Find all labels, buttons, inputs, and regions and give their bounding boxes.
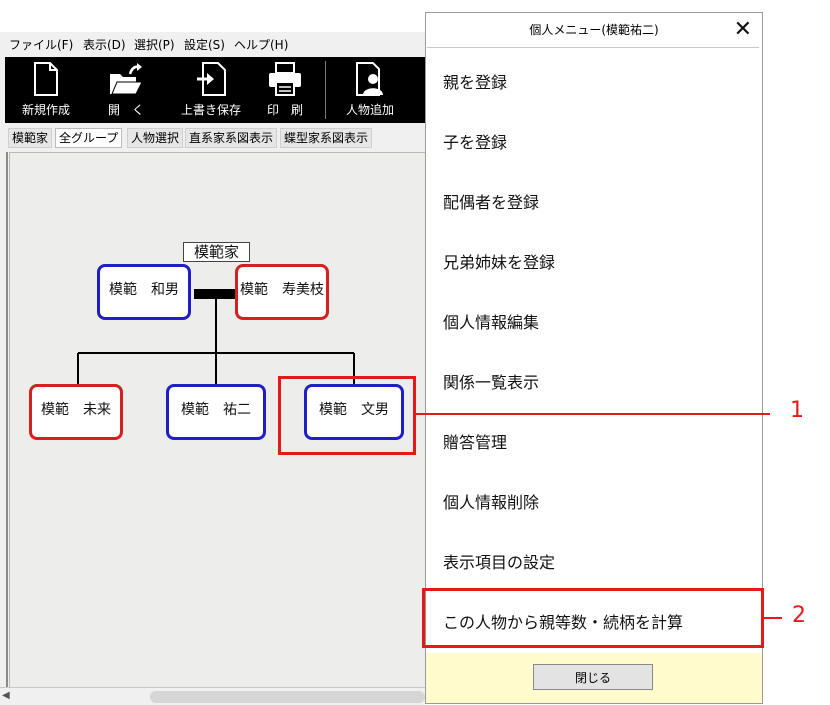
callout-number-1: 1 bbox=[790, 398, 804, 423]
callout-lines bbox=[416, 413, 782, 619]
callout-number-2: 2 bbox=[792, 603, 806, 628]
